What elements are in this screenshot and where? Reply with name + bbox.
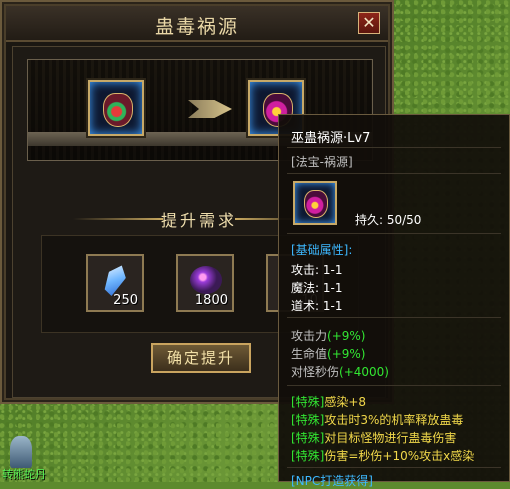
title-bar[interactable]: 蛊毒祸源 ✕ bbox=[6, 6, 388, 42]
tooltip-base-stat: 道术: 1-1 bbox=[291, 299, 343, 313]
requirement-item[interactable]: 1800 bbox=[176, 254, 234, 312]
ore-icon bbox=[190, 266, 222, 294]
tooltip-base-stat: 魔法: 1-1 bbox=[291, 281, 343, 295]
npc-character[interactable]: 转熊蛇丹 bbox=[0, 436, 60, 482]
tooltip-divider bbox=[287, 173, 501, 174]
bonus-label: 攻击力 bbox=[291, 329, 328, 343]
tooltip-bonus-stat: 生命值(+9%) bbox=[291, 345, 365, 362]
special-tag: [特殊] bbox=[291, 395, 325, 409]
tooltip-special: [特殊]攻击时3%的机率释放蛊毒 bbox=[291, 411, 463, 428]
special-text: 对目标怪物进行蛊毒伤害 bbox=[324, 431, 457, 445]
special-text: 感染+8 bbox=[324, 395, 367, 409]
tooltip-divider bbox=[287, 317, 501, 318]
bonus-label: 对怪秒伤 bbox=[291, 365, 340, 379]
item-count: 250 bbox=[113, 293, 138, 308]
tooltip-source: [NPC打造获得] bbox=[291, 474, 373, 488]
tooltip-special: [特殊]感染+8 bbox=[291, 393, 366, 410]
npc-sprite bbox=[10, 436, 32, 468]
tooltip-divider bbox=[287, 467, 501, 468]
confirm-upgrade-button[interactable]: 确定提升 bbox=[151, 343, 251, 373]
tooltip-item-icon bbox=[293, 181, 337, 225]
special-text: 伤害=秒伤+10%攻击x感染 bbox=[324, 449, 475, 463]
tooltip-item-name: 巫蛊祸源·Lv7 bbox=[291, 131, 371, 146]
charm-icon bbox=[103, 93, 133, 127]
item-count: 1800 bbox=[194, 293, 228, 308]
special-text: 攻击时3%的机率释放蛊毒 bbox=[324, 413, 464, 427]
tooltip-divider bbox=[287, 233, 501, 234]
tooltip-durability: 持久: 50/50 bbox=[355, 213, 422, 227]
special-tag: [特殊] bbox=[291, 431, 325, 445]
divider-left bbox=[73, 218, 163, 220]
special-tag: [特殊] bbox=[291, 449, 325, 463]
item-tooltip: 巫蛊祸源·Lv7 [法宝-祸源] 持久: 50/50 [基础属性]: 攻击: 1… bbox=[278, 114, 510, 488]
source-item-slot[interactable] bbox=[88, 80, 144, 136]
tooltip-special: [特殊]伤害=秒伤+10%攻击x感染 bbox=[291, 447, 474, 464]
requirement-item[interactable]: 250 bbox=[86, 254, 144, 312]
special-tag: [特殊] bbox=[291, 413, 325, 427]
requirements-title: 提升需求 bbox=[160, 211, 237, 230]
tooltip-bonus-stat: 攻击力(+9%) bbox=[291, 327, 365, 344]
npc-name: 转熊蛇丹 bbox=[2, 468, 46, 481]
bonus-value: (+4000) bbox=[339, 365, 389, 379]
bonus-value: (+9%) bbox=[327, 347, 366, 361]
tooltip-special: [特殊]对目标怪物进行蛊毒伤害 bbox=[291, 429, 456, 446]
tooltip-category: [法宝-祸源] bbox=[291, 155, 353, 169]
tooltip-base-stat: 攻击: 1-1 bbox=[291, 263, 343, 277]
tooltip-bonus-stat: 对怪秒伤(+4000) bbox=[291, 363, 389, 380]
tooltip-divider bbox=[287, 147, 501, 148]
window-title: 蛊毒祸源 bbox=[154, 16, 239, 38]
bonus-label: 生命值 bbox=[291, 347, 328, 361]
bonus-value: (+9%) bbox=[327, 329, 366, 343]
tooltip-base-header: [基础属性]: bbox=[291, 243, 353, 257]
tooltip-divider bbox=[287, 385, 501, 386]
close-button[interactable]: ✕ bbox=[358, 12, 380, 34]
charm-icon bbox=[304, 190, 328, 218]
arrow-right-icon bbox=[188, 100, 232, 118]
